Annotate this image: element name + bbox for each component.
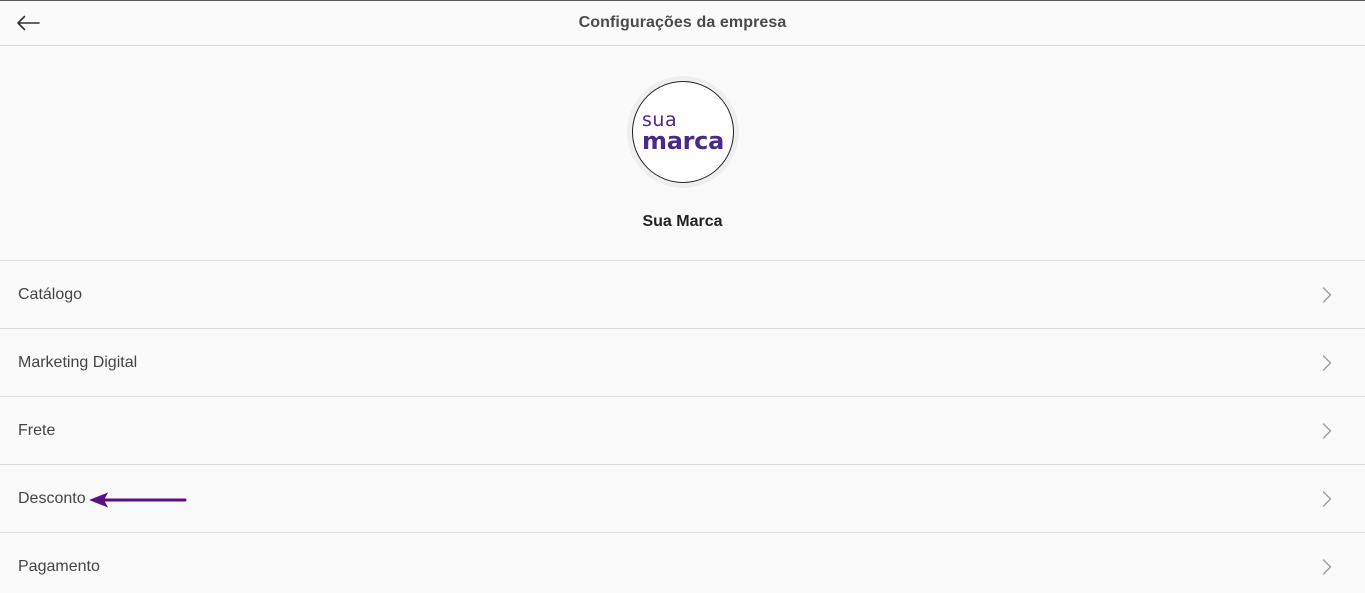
company-profile: sua marca Sua Marca xyxy=(0,46,1365,261)
chevron-right-icon xyxy=(1322,354,1332,371)
chevron-right-icon xyxy=(1322,558,1332,575)
menu-item-label: Marketing Digital xyxy=(18,353,138,371)
arrow-left-icon xyxy=(17,15,40,31)
logo-circle: sua marca xyxy=(632,81,734,183)
chevron-right-icon xyxy=(1322,286,1332,303)
menu-item-pagamento[interactable]: Pagamento xyxy=(0,533,1365,593)
menu-item-desconto[interactable]: Desconto xyxy=(0,465,1365,533)
company-logo[interactable]: sua marca xyxy=(627,76,739,188)
menu-item-label: Catálogo xyxy=(18,285,83,303)
settings-menu: Catálogo Marketing Digital Frete Descont… xyxy=(0,261,1365,593)
menu-item-label: Frete xyxy=(18,421,56,439)
back-button[interactable] xyxy=(10,8,46,38)
top-bar: Configurações da empresa xyxy=(0,1,1365,46)
chevron-right-icon xyxy=(1322,422,1332,439)
company-name: Sua Marca xyxy=(642,213,723,230)
page-title: Configurações da empresa xyxy=(578,14,787,31)
logo-text-bottom: marca xyxy=(642,127,724,155)
menu-item-frete[interactable]: Frete xyxy=(0,397,1365,465)
menu-item-label: Pagamento xyxy=(18,557,100,575)
annotation-arrow-icon xyxy=(89,492,187,508)
menu-item-catalogo[interactable]: Catálogo xyxy=(0,261,1365,329)
chevron-right-icon xyxy=(1322,490,1332,507)
menu-item-label: Desconto xyxy=(18,489,86,507)
menu-item-marketing-digital[interactable]: Marketing Digital xyxy=(0,329,1365,397)
settings-screen: Configurações da empresa sua marca Sua M… xyxy=(0,0,1365,593)
